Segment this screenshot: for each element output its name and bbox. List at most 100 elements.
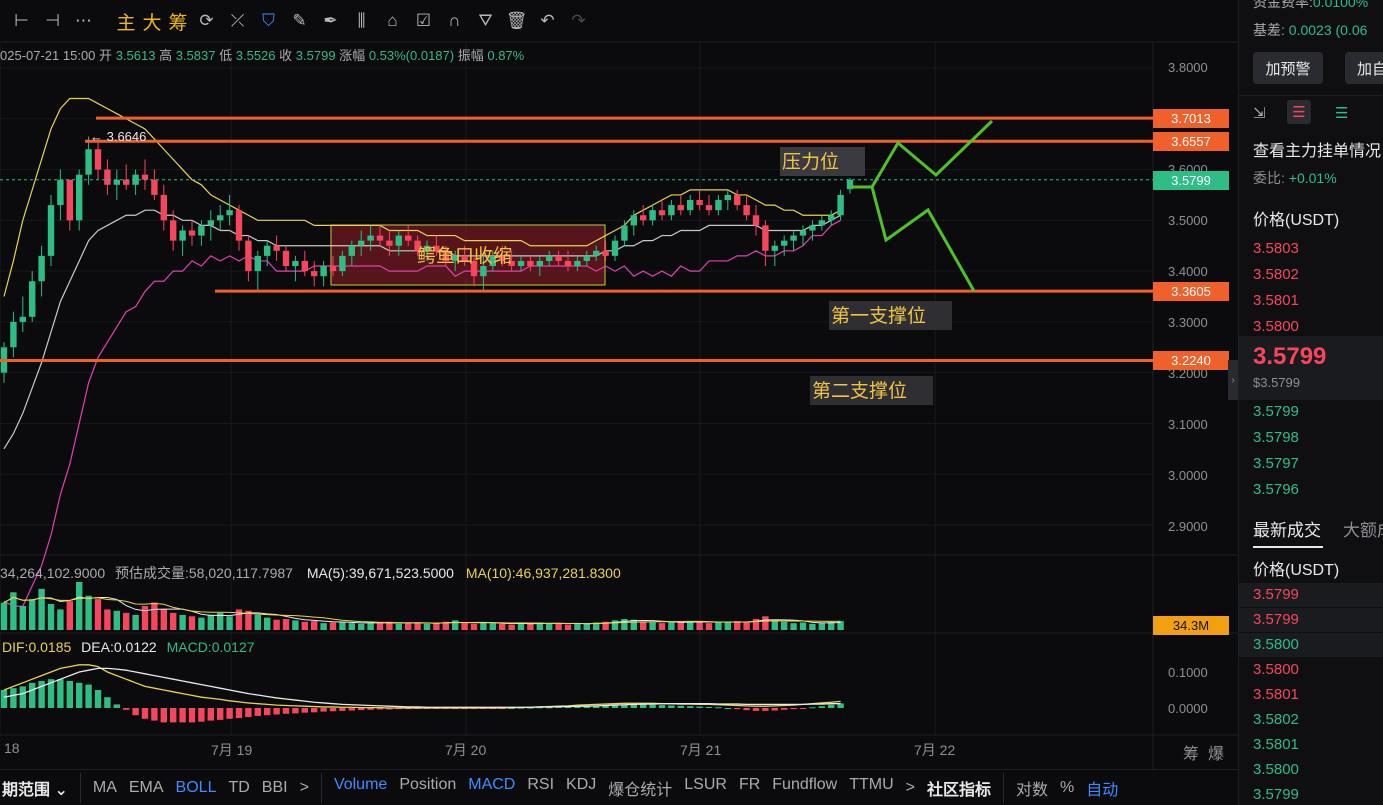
note-icon[interactable]: ☑ <box>408 6 439 36</box>
macd-hist-bar <box>311 708 318 713</box>
filter-icon[interactable]: ⛛ <box>470 6 501 36</box>
ask-price[interactable]: 3.5803 <box>1253 240 1299 257</box>
ask-price[interactable]: 3.5801 <box>1253 292 1299 309</box>
large-trades-tab[interactable]: 大额成 <box>1343 516 1383 541</box>
bid-price[interactable]: 3.5797 <box>1253 455 1299 472</box>
more-indicators-button[interactable]: > <box>294 779 315 797</box>
volume-bar <box>771 620 778 630</box>
volume-bar <box>226 616 233 630</box>
sub-indicator-2[interactable]: MACD <box>462 776 521 800</box>
indicator-boll[interactable]: BOLL <box>170 779 223 797</box>
price-tag: 3.7013 <box>1153 109 1229 129</box>
macd-hist-bar <box>198 708 205 722</box>
community-indicators-button[interactable]: 社区指标 <box>921 776 997 800</box>
candle-body <box>254 255 261 272</box>
undo-icon[interactable]: ↶ <box>532 6 563 36</box>
chip-toggle[interactable]: 筹 <box>1183 740 1199 764</box>
volume-bar <box>282 619 290 630</box>
volume-bar <box>517 623 525 630</box>
candle-body <box>640 215 647 221</box>
orderbook-both-icon[interactable]: ⇲ <box>1253 104 1266 122</box>
pen-icon[interactable]: ✒ <box>315 6 346 36</box>
more-sub-indicators-button[interactable]: > <box>900 779 921 797</box>
orderbook-bids-icon[interactable]: ☰ <box>1335 104 1348 122</box>
macd-hist-bar <box>809 707 816 709</box>
bid-price[interactable]: 3.5799 <box>1253 403 1299 420</box>
auto-scale-toggle[interactable]: 自动 <box>1080 776 1124 800</box>
horizontal-segment-icon[interactable]: ⊣ <box>37 6 68 36</box>
range-selector[interactable]: 期范围 ⌄ <box>0 776 74 800</box>
sub-indicator-6[interactable]: LSUR <box>678 776 733 800</box>
sub-indicator-3[interactable]: RSI <box>521 776 560 800</box>
trend-tool-icon[interactable]: ⤫ <box>222 6 253 36</box>
toolbar-word-0[interactable]: 主 <box>113 6 139 36</box>
macd-hist-bar <box>76 682 83 708</box>
volume-bar <box>762 616 769 630</box>
volume-value: 34,264,102.9000 <box>0 565 106 581</box>
divider <box>79 772 81 803</box>
candle-body <box>329 266 337 272</box>
orderbook-asks-icon[interactable]: ☰ <box>1287 100 1311 124</box>
candle-body <box>301 260 308 272</box>
redo-icon[interactable]: ↷ <box>563 6 594 36</box>
funding-label: 资金费率: <box>1253 0 1313 10</box>
view-main-orders-link[interactable]: 查看主力挂单情况 <box>1253 137 1381 161</box>
macd-hist-bar <box>358 708 365 711</box>
sub-indicator-5[interactable]: 爆仓统计 <box>602 776 678 800</box>
sub-indicator-1[interactable]: Position <box>393 776 462 800</box>
candle-body <box>743 205 750 216</box>
macd-hist-bar <box>640 704 647 708</box>
indicator-ema[interactable]: EMA <box>123 779 170 797</box>
magnet-icon[interactable]: ∩ <box>439 6 470 36</box>
collapse-panel-handle[interactable]: › <box>1228 360 1238 400</box>
percent-scale-toggle[interactable]: % <box>1054 779 1080 797</box>
latest-trades-tab[interactable]: 最新成交 <box>1253 516 1321 541</box>
candle-body <box>752 215 760 226</box>
candle-body <box>696 200 703 206</box>
volume-bar <box>564 624 572 630</box>
bid-price[interactable]: 3.5796 <box>1253 481 1299 498</box>
volume-bar <box>358 623 365 630</box>
resistance-label: 压力位 <box>780 147 866 176</box>
lock-icon[interactable]: ⌂ <box>377 6 408 36</box>
ask-price[interactable]: 3.5800 <box>1253 318 1299 335</box>
volume-bar <box>151 602 158 630</box>
horizontal-line-icon[interactable]: ⊢ <box>6 6 37 36</box>
volume-bar <box>423 623 431 630</box>
last-price: 3.5799 <box>1253 343 1327 370</box>
sub-indicator-7[interactable]: FR <box>733 776 766 800</box>
indicator-ma[interactable]: MA <box>87 779 123 797</box>
sub-indicator-4[interactable]: KDJ <box>560 776 602 800</box>
sub-indicator-0[interactable]: Volume <box>328 776 393 800</box>
ask-price[interactable]: 3.5802 <box>1253 266 1299 283</box>
volume-bar <box>414 622 421 630</box>
trash-icon[interactable]: 🗑 <box>501 6 532 36</box>
liquidation-toggle[interactable]: 爆 <box>1208 740 1224 764</box>
log-scale-toggle[interactable]: 对数 <box>1010 776 1054 800</box>
price-axis-label: 3.0000 <box>1168 468 1208 483</box>
add-custom-button[interactable]: 加自 <box>1345 52 1383 84</box>
toolbar-word-2[interactable]: 筹 <box>165 6 191 36</box>
macd-hist-bar <box>264 708 271 716</box>
toolbar-word-1[interactable]: 大 <box>139 6 165 36</box>
price-header: 价格(USDT) <box>1253 212 1340 229</box>
indicator-td[interactable]: TD <box>222 779 255 797</box>
more-dots-icon[interactable]: ⋯ <box>68 6 99 36</box>
candles-icon[interactable]: ⫼ <box>346 6 377 36</box>
bookmark-icon[interactable]: ⛉ <box>253 6 284 36</box>
macd-hist-bar <box>687 706 694 708</box>
indicator-bbi[interactable]: BBI <box>256 779 294 797</box>
candle-body <box>66 179 73 221</box>
macd-hist-bar <box>790 708 797 710</box>
bid-price[interactable]: 3.5798 <box>1253 429 1299 446</box>
macd-hist-bar <box>0 690 8 708</box>
sub-indicator-8[interactable]: Fundflow <box>766 776 843 800</box>
sub-indicator-9[interactable]: TTMU <box>843 776 899 800</box>
macd-hist-bar <box>781 708 788 710</box>
sync-icon[interactable]: ⟳ <box>191 6 222 36</box>
ruler-icon[interactable]: ✎ <box>284 6 315 36</box>
tab-underline <box>1253 546 1323 548</box>
ohlc-open: 3.5613 <box>115 48 156 63</box>
add-alert-button[interactable]: 加预警 <box>1253 52 1323 84</box>
candle-body <box>611 240 619 256</box>
